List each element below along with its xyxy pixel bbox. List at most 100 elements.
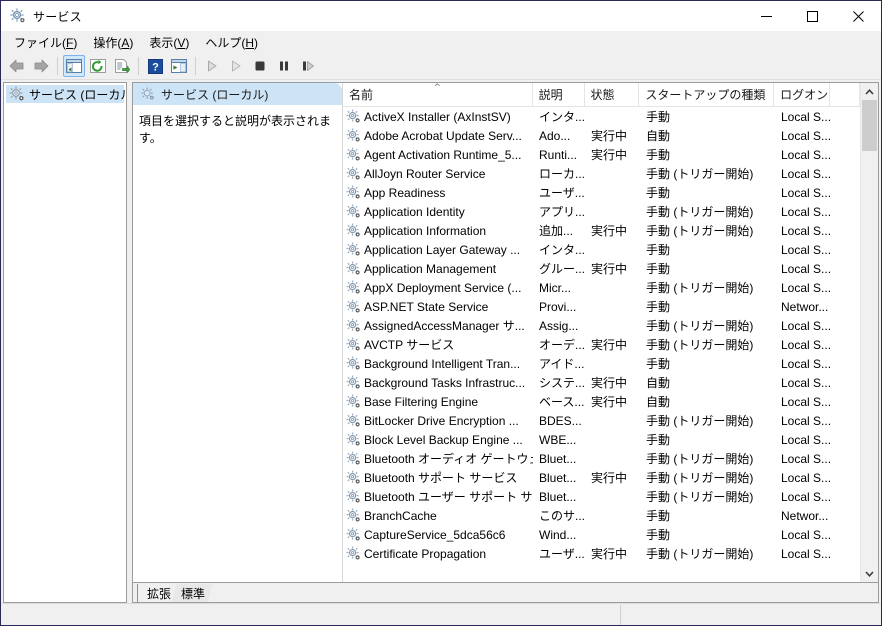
cell-name: AppX Deployment Service (... bbox=[343, 280, 533, 295]
table-row[interactable]: Application Identity アプリ... 手動 (トリガー開始) Loc… bbox=[343, 202, 860, 221]
maximize-button[interactable] bbox=[789, 1, 835, 31]
table-row[interactable]: Application Layer Gateway ... インタ... 手動 Loc… bbox=[343, 240, 860, 259]
table-row[interactable]: Bluetooth ユーザー サポート サ... Bluet... 手動 (トリガー… bbox=[343, 487, 860, 506]
tab-extended[interactable]: 拡張 bbox=[138, 584, 179, 602]
cell-logon: Local S... bbox=[781, 394, 831, 409]
stop-service-button[interactable] bbox=[249, 55, 271, 77]
table-row[interactable]: Background Tasks Infrastruc... システ... 実行中 自… bbox=[343, 373, 860, 392]
pause-service-button[interactable] bbox=[273, 55, 295, 77]
column-filler[interactable] bbox=[830, 83, 860, 106]
back-button[interactable] bbox=[6, 55, 28, 77]
service-name-text: Certificate Propagation bbox=[364, 546, 487, 561]
column-logon-label: ログオン bbox=[780, 88, 829, 102]
table-row[interactable]: Background Intelligent Tran... アイド... 手動 Lo… bbox=[343, 354, 860, 373]
table-row[interactable]: Bluetooth オーディオ ゲートウェ... Bluet... 手動 (トリガー… bbox=[343, 449, 860, 468]
resume-service-button[interactable] bbox=[225, 55, 247, 77]
service-name-text: CaptureService_5dca56c6 bbox=[364, 527, 506, 542]
play-outline-icon bbox=[232, 60, 241, 72]
svg-text:?: ? bbox=[152, 61, 159, 73]
menu-view-label: 表示( bbox=[149, 35, 178, 50]
service-name-text: Application Identity bbox=[364, 204, 465, 219]
service-name-text: Bluetooth オーディオ ゲートウェ... bbox=[364, 452, 533, 466]
service-name-text: Application Information bbox=[364, 223, 487, 238]
cell-description: Bluet... bbox=[539, 470, 577, 485]
refresh-button[interactable] bbox=[87, 55, 109, 77]
column-status[interactable]: 状態 bbox=[584, 83, 640, 106]
menu-help[interactable]: ヘルプ(H) bbox=[197, 32, 266, 53]
menu-file-label: ファイル( bbox=[14, 35, 66, 50]
table-row[interactable]: CaptureService_5dca56c6 Wind... 手動 Local S.… bbox=[343, 525, 860, 544]
table-row[interactable]: Certificate Propagation ユーザ... 実行中 手動 (トリガー… bbox=[343, 544, 860, 563]
table-row[interactable]: AllJoyn Router Service ローカ... 手動 (トリガー開始) L… bbox=[343, 164, 860, 183]
table-row[interactable]: BitLocker Drive Encryption ... BDES... 手動 … bbox=[343, 411, 860, 430]
table-row[interactable]: Bluetooth サポート サービス Bluet... 実行中 手動 (トリガー開始… bbox=[343, 468, 860, 487]
scroll-up-button[interactable] bbox=[861, 83, 878, 100]
cell-name: Bluetooth サポート サービス bbox=[343, 469, 533, 486]
cell-logon: Local S... bbox=[781, 242, 831, 257]
export-list-button[interactable] bbox=[111, 55, 133, 77]
service-gear-icon bbox=[346, 356, 361, 371]
scroll-down-button[interactable] bbox=[861, 565, 878, 582]
service-name-text: AllJoyn Router Service bbox=[364, 166, 486, 181]
cell-name: AllJoyn Router Service bbox=[343, 166, 533, 181]
restart-service-button[interactable] bbox=[297, 55, 319, 77]
maximize-icon bbox=[806, 10, 818, 22]
column-startup[interactable]: スタートアップの種類 bbox=[639, 83, 775, 106]
console-tree-icon bbox=[66, 59, 82, 73]
start-service-button[interactable] bbox=[201, 55, 223, 77]
tab-standard[interactable]: 標準 bbox=[172, 584, 213, 602]
cell-status: 実行中 bbox=[591, 129, 628, 143]
table-row[interactable]: ASP.NET State Service Provi... 手動 Networ... bbox=[343, 297, 860, 316]
menu-action[interactable]: 操作(A) bbox=[85, 32, 141, 53]
column-description[interactable]: 説明 bbox=[532, 83, 585, 106]
table-row[interactable]: Agent Activation Runtime_5... Runti... 実行中… bbox=[343, 145, 860, 164]
table-row[interactable]: Block Level Backup Engine ... WBE... 手動 Loc… bbox=[343, 430, 860, 449]
cell-startup: 手動 bbox=[646, 262, 671, 276]
table-row[interactable]: Adobe Acrobat Update Serv... Ado... 実行中 自動 L… bbox=[343, 126, 860, 145]
service-gear-icon bbox=[346, 470, 361, 485]
table-row[interactable]: Base Filtering Engine ベース... 実行中 自動 Local S.… bbox=[343, 392, 860, 411]
show-hide-tree-button[interactable] bbox=[63, 55, 85, 77]
table-row[interactable]: App Readiness ユーザ... 手動 Local S... bbox=[343, 183, 860, 202]
tree-node-label: サービス (ローカル) bbox=[29, 87, 127, 102]
forward-button[interactable] bbox=[30, 55, 52, 77]
menu-view[interactable]: 表示(V) bbox=[141, 32, 197, 53]
service-gear-icon bbox=[346, 223, 361, 238]
table-row[interactable]: AssignedAccessManager サ... Assig... 手動 (トリ… bbox=[343, 316, 860, 335]
menu-file[interactable]: ファイル(F) bbox=[6, 32, 85, 53]
chevron-up-icon bbox=[865, 88, 874, 95]
cell-logon: Local S... bbox=[781, 413, 831, 428]
scrollbar-thumb[interactable] bbox=[862, 100, 877, 151]
cell-startup: 手動 (トリガー開始) bbox=[646, 338, 754, 352]
cell-name: Certificate Propagation bbox=[343, 546, 533, 561]
cell-name: Adobe Acrobat Update Serv... bbox=[343, 128, 533, 143]
column-logon[interactable]: ログオン bbox=[774, 83, 831, 106]
table-row[interactable]: AppX Deployment Service (... Micr... 手動 (ト… bbox=[343, 278, 860, 297]
cell-name: Background Intelligent Tran... bbox=[343, 356, 533, 371]
scrollbar-track[interactable] bbox=[861, 100, 878, 565]
arrow-left-icon bbox=[9, 59, 24, 73]
console-tree-pane: サービス (ローカル) bbox=[3, 82, 127, 603]
help-button[interactable]: ? bbox=[144, 55, 166, 77]
cell-logon: Local S... bbox=[781, 166, 831, 181]
cell-name: Bluetooth オーディオ ゲートウェ... bbox=[343, 450, 533, 467]
table-row[interactable]: ActiveX Installer (AxInstSV) インタ... 手動 Loca… bbox=[343, 107, 860, 126]
cell-description: グルー... bbox=[539, 262, 585, 276]
close-button[interactable] bbox=[835, 1, 881, 31]
tree-node-services-local[interactable]: サービス (ローカル) bbox=[6, 85, 127, 103]
table-row[interactable]: AVCTP サービス オーデ... 実行中 手動 (トリガー開始) Local S... bbox=[343, 335, 860, 354]
menu-help-accel: H bbox=[245, 35, 255, 50]
action-pane-icon bbox=[171, 59, 187, 73]
show-action-pane-button[interactable] bbox=[168, 55, 190, 77]
table-row[interactable]: Application Information 追加... 実行中 手動 (トリガー開… bbox=[343, 221, 860, 240]
cell-name: Agent Activation Runtime_5... bbox=[343, 147, 533, 162]
cell-description: Runti... bbox=[539, 147, 578, 162]
column-name[interactable]: ^ 名前 bbox=[343, 83, 533, 106]
service-gear-icon bbox=[346, 318, 361, 333]
list-vertical-scrollbar[interactable] bbox=[860, 83, 878, 582]
sort-ascending-icon: ^ bbox=[433, 83, 442, 93]
cell-logon: Local S... bbox=[781, 470, 831, 485]
minimize-button[interactable] bbox=[743, 1, 789, 31]
table-row[interactable]: Application Management グルー... 実行中 手動 Local S… bbox=[343, 259, 860, 278]
table-row[interactable]: BranchCache このサ... 手動 Networ... bbox=[343, 506, 860, 525]
